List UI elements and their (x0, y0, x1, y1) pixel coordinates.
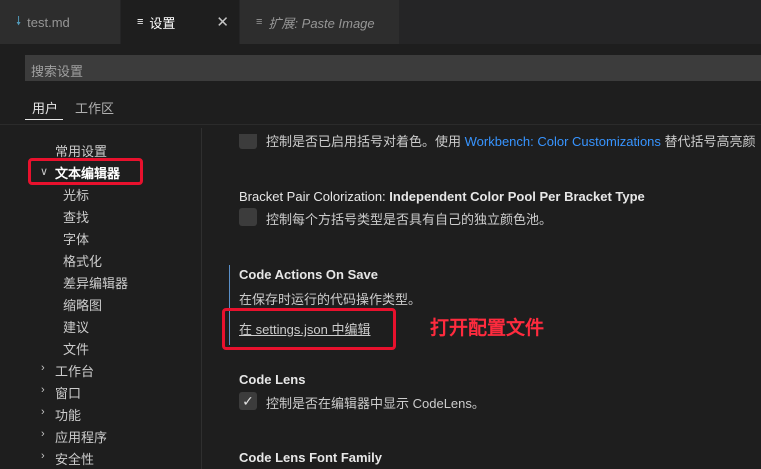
tab-workspace-scope[interactable]: 工作区 (75, 98, 114, 117)
independent-color-pool-checkbox[interactable] (239, 208, 257, 226)
tab-label: 扩展: Paste Image (268, 15, 375, 31)
toc-item-cursor[interactable]: 光标 (63, 185, 89, 204)
setting-desc-bracket-pool: 控制每个方括号类型是否具有自己的独立颜色池。 (266, 212, 553, 227)
annotation-box-settings-json (222, 308, 396, 350)
setting-desc-code-lens: 控制是否在编辑器中显示 CodeLens。 (266, 396, 485, 411)
chevron-right-icon[interactable]: › (41, 406, 45, 418)
toc-item-font[interactable]: 字体 (63, 229, 89, 248)
search-placeholder: 搜索设置 (31, 64, 84, 79)
tab-label: 设置 (149, 15, 176, 31)
markdown-icon: 🠗 (16, 13, 22, 28)
setting-title-code-lens: Code Lens (239, 372, 306, 387)
setting-title-bracket-pool: Bracket Pair Colorization: Independent C… (239, 189, 645, 204)
scroll-clip (202, 125, 761, 134)
annotation-label: 打开配置文件 (430, 318, 545, 339)
toc-window[interactable]: 窗口 (55, 383, 81, 402)
annotation-box-text-editor (28, 158, 143, 185)
toc-item-suggestions[interactable]: 建议 (63, 317, 89, 336)
tab-user-scope[interactable]: 用户 (32, 98, 58, 117)
setting-desc-code-actions: 在保存时运行的代码操作类型。 (239, 292, 422, 307)
toc-workbench[interactable]: 工作台 (55, 361, 94, 380)
chevron-right-icon[interactable]: › (41, 428, 45, 440)
editor-tab-bar: 🠗 test.md ≡ 设置 ✕ ≡ 扩展: Paste Image (0, 0, 761, 44)
tab-test-md[interactable]: 🠗 test.md (0, 0, 121, 44)
toc-item-formatting[interactable]: 格式化 (63, 251, 102, 270)
toc-item-find[interactable]: 查找 (63, 207, 89, 226)
tab-extension-paste-image[interactable]: ≡ 扩展: Paste Image (240, 0, 400, 44)
color-customizations-link[interactable]: Workbench: Color Customizations (465, 134, 661, 149)
toc-item-diff-editor[interactable]: 差异编辑器 (63, 273, 128, 292)
toc-divider (201, 128, 202, 469)
close-icon[interactable]: ✕ (216, 13, 229, 31)
setting-title-code-lens-font: Code Lens Font Family (239, 450, 383, 465)
toc-item-files[interactable]: 文件 (63, 339, 89, 358)
settings-file-icon: ≡ (137, 16, 144, 28)
tab-settings[interactable]: ≡ 设置 ✕ (121, 0, 240, 44)
tab-label: test.md (27, 14, 70, 30)
chevron-right-icon[interactable]: › (41, 362, 45, 374)
active-scope-underline (25, 119, 63, 120)
toc-security[interactable]: 安全性 (55, 449, 94, 468)
extension-preview-icon: ≡ (256, 16, 263, 28)
toc-features[interactable]: 功能 (55, 405, 81, 424)
chevron-right-icon[interactable]: › (41, 384, 45, 396)
settings-search-input[interactable]: 搜索设置 (25, 55, 761, 81)
code-lens-checkbox[interactable]: ✓ (239, 392, 257, 410)
toc-application[interactable]: 应用程序 (55, 427, 107, 446)
chevron-right-icon[interactable]: › (41, 450, 45, 462)
toc-item-minimap[interactable]: 缩略图 (63, 295, 102, 314)
setting-title-code-actions: Code Actions On Save (239, 267, 378, 282)
